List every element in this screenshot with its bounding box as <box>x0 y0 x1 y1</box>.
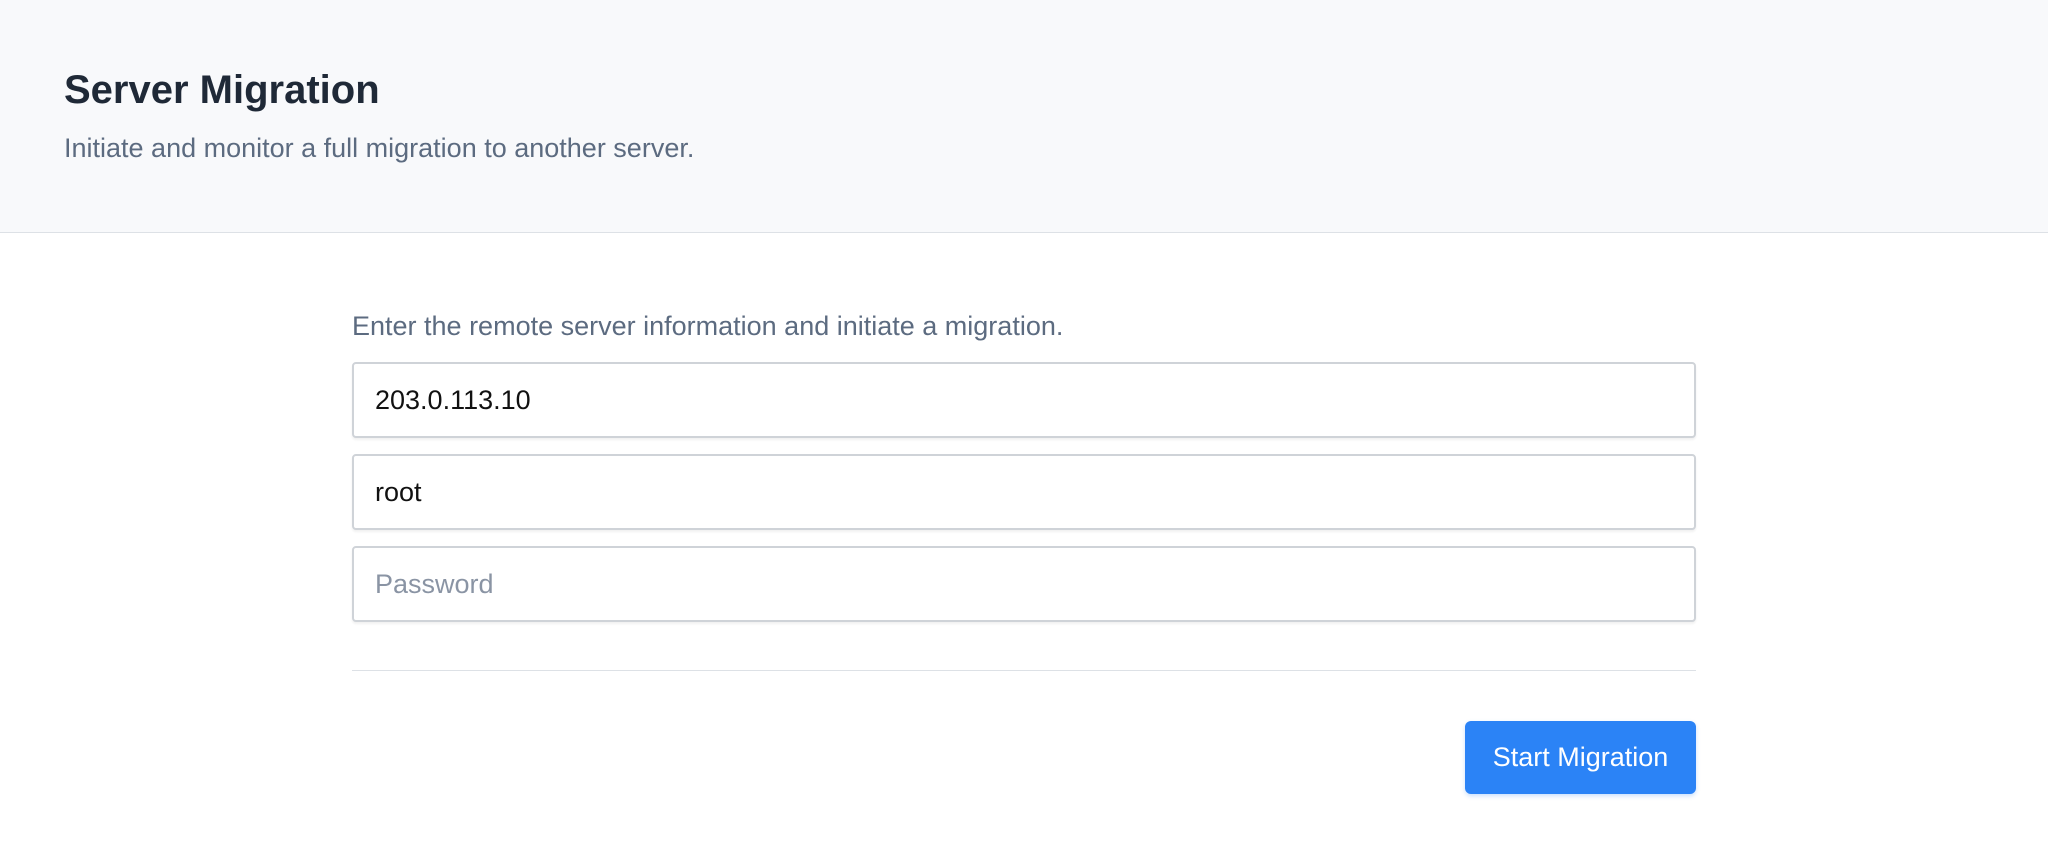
page-subtitle: Initiate and monitor a full migration to… <box>64 133 695 163</box>
form-instructions: Enter the remote server information and … <box>352 311 1064 341</box>
page-title: Server Migration <box>64 68 380 112</box>
form-divider <box>352 670 1696 671</box>
username-input[interactable] <box>352 454 1696 530</box>
password-input[interactable] <box>352 546 1696 622</box>
start-migration-button[interactable]: Start Migration <box>1465 721 1696 794</box>
remote-host-input[interactable] <box>352 362 1696 438</box>
page-header: Server Migration Initiate and monitor a … <box>0 0 2048 233</box>
